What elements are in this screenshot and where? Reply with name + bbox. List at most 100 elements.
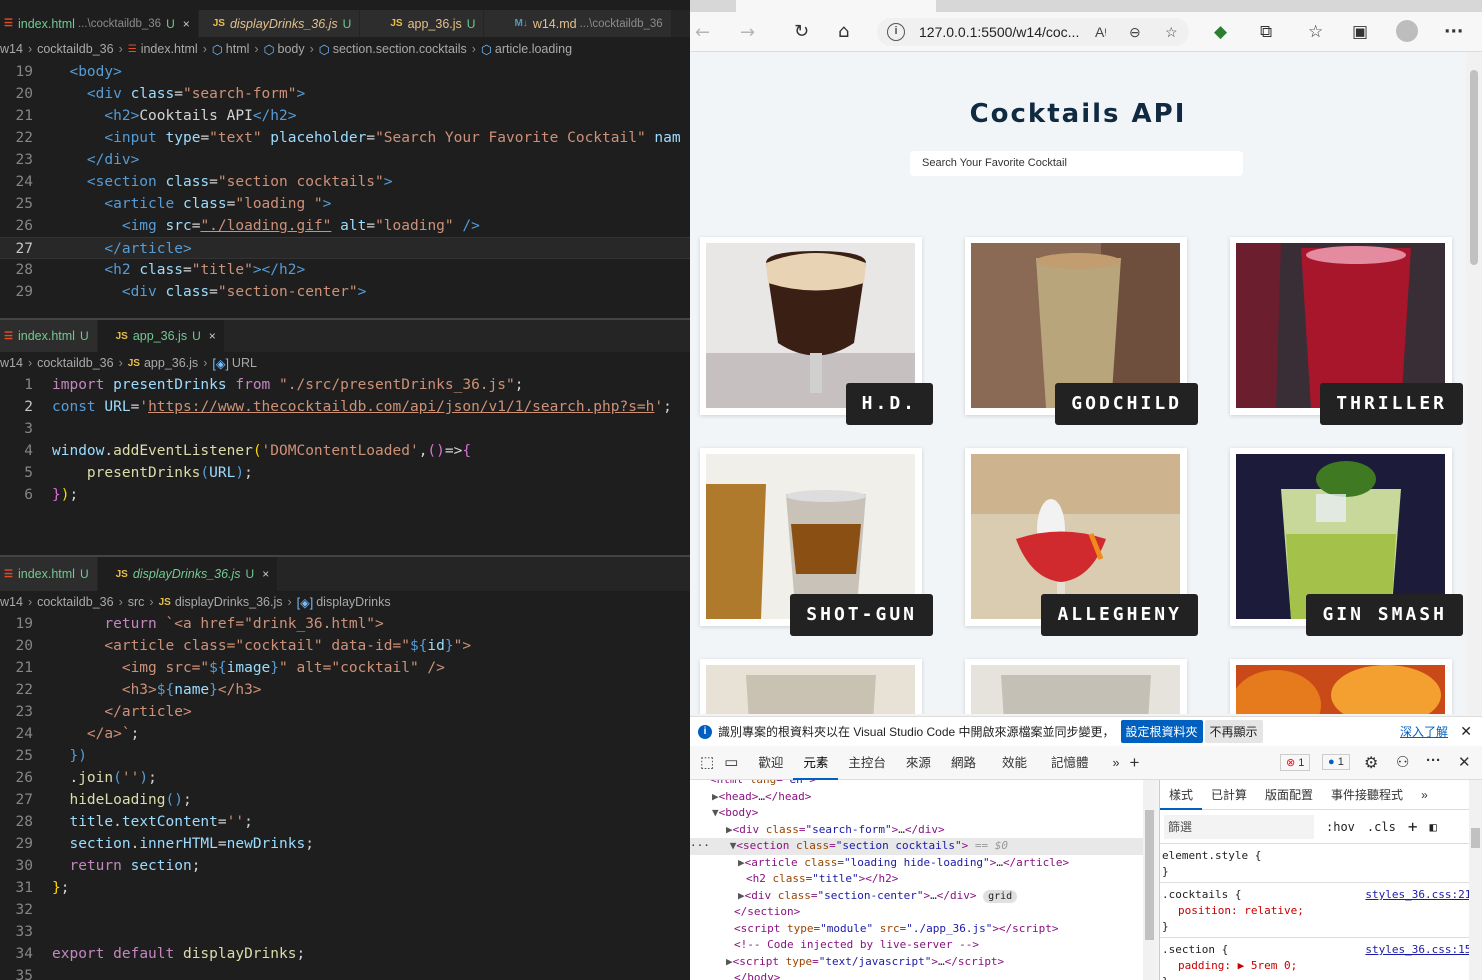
favorites-icon[interactable]: ☆: [1308, 22, 1323, 42]
cocktail-card[interactable]: GIN SMASH: [1230, 448, 1463, 636]
tab-network[interactable]: 網路: [941, 746, 986, 780]
close-icon[interactable]: ×: [209, 329, 216, 343]
learn-more-link[interactable]: 深入了解: [1400, 723, 1448, 740]
breadcrumb-item[interactable]: w14: [0, 356, 23, 370]
tab-app-js[interactable]: JS app_36.js U: [360, 10, 485, 37]
info-icon[interactable]: i: [887, 23, 905, 41]
code-editor[interactable]: 19 return `<a href="drink_36.html"> 20 <…: [0, 613, 690, 980]
more-icon[interactable]: ···: [1426, 752, 1441, 769]
cocktail-card[interactable]: [965, 659, 1187, 714]
cocktail-card[interactable]: [1230, 659, 1452, 714]
collections-icon[interactable]: ▣: [1352, 22, 1368, 42]
search-input[interactable]: Search Your Favorite Cocktail: [910, 151, 1243, 176]
tab-event-listeners[interactable]: 事件接聽程式: [1322, 780, 1412, 810]
more-tabs-icon[interactable]: »: [1412, 780, 1437, 810]
breadcrumb-item[interactable]: section.section.cocktails: [333, 42, 467, 56]
address-bar[interactable]: i 127.0.0.1:5500/w14/coc... Aᵎ ⊖ ☆: [877, 18, 1189, 46]
cocktail-card[interactable]: GODCHILD: [965, 237, 1198, 425]
more-tabs-icon[interactable]: »: [1098, 746, 1129, 780]
breadcrumb-item[interactable]: w14: [0, 595, 23, 609]
breadcrumb-item[interactable]: html: [226, 42, 250, 56]
cocktail-card[interactable]: [700, 659, 922, 714]
tab-layout[interactable]: 版面配置: [1256, 780, 1322, 810]
cls-toggle[interactable]: .cls: [1367, 820, 1396, 834]
style-rule[interactable]: .section { styles_36.css:154 padding: ▶ …: [1160, 938, 1482, 980]
tab-computed[interactable]: 已計算: [1202, 780, 1256, 810]
tab-sources[interactable]: 來源: [896, 746, 941, 780]
elements-scrollbar[interactable]: [1143, 780, 1156, 980]
forward-icon[interactable]: →: [740, 22, 755, 43]
tab-welcome[interactable]: 歡迎: [748, 746, 793, 780]
grid-badge[interactable]: grid: [983, 889, 1018, 903]
breadcrumb-item[interactable]: displayDrinks_36.js: [175, 595, 283, 609]
tab-index-html[interactable]: ☰ index.html U: [0, 320, 98, 352]
cocktail-card[interactable]: H.D.: [700, 237, 933, 425]
feedback-icon[interactable]: ⚇: [1396, 753, 1409, 771]
breadcrumb-item[interactable]: displayDrinks: [316, 595, 390, 609]
tab-w14-md[interactable]: M↓ w14.md ...\cocktaildb_36: [484, 10, 672, 37]
rule-source-link[interactable]: styles_36.css:219: [1365, 887, 1478, 903]
close-icon[interactable]: ×: [262, 567, 269, 581]
cocktail-card[interactable]: ALLEGHENY: [965, 448, 1198, 636]
page-scrollbar[interactable]: [1466, 52, 1482, 714]
close-icon[interactable]: ×: [183, 17, 190, 31]
add-tab-icon[interactable]: +: [1129, 746, 1149, 780]
code-editor[interactable]: 1 import presentDrinks from "./src/presen…: [0, 374, 690, 506]
message-badge[interactable]: ● 1: [1322, 754, 1350, 770]
selected-node[interactable]: ··· ▼<section class="section cocktails">…: [690, 838, 1143, 855]
breadcrumb-item[interactable]: cocktaildb_36: [37, 595, 113, 609]
zoom-icon[interactable]: ⊖: [1129, 24, 1141, 41]
elements-tree[interactable]: <html lang="en"> ▶<head>…</head> ▼<body>…: [690, 780, 1143, 980]
refresh-icon[interactable]: ↻: [794, 21, 809, 42]
inspect-icon[interactable]: ⬚: [690, 746, 724, 780]
error-badge[interactable]: ⊗ 1: [1280, 754, 1311, 771]
breadcrumb-item[interactable]: cocktaildb_36: [37, 42, 113, 56]
rule-property[interactable]: padding: ▶ 5rem 0;: [1162, 958, 1482, 974]
set-root-folder-button[interactable]: 設定根資料夾: [1120, 720, 1203, 743]
hov-toggle[interactable]: :hov: [1326, 820, 1355, 834]
scrollbar-thumb[interactable]: [1470, 70, 1478, 265]
rule-source-link[interactable]: styles_36.css:154: [1365, 942, 1478, 958]
extension-icon[interactable]: ◆: [1214, 22, 1227, 42]
close-icon[interactable]: ✕: [1460, 723, 1472, 740]
rule-property[interactable]: position: relative;: [1162, 903, 1482, 919]
breadcrumb-item[interactable]: URL: [232, 356, 257, 370]
device-emulation-icon[interactable]: ▭: [724, 746, 748, 780]
cocktail-card[interactable]: THRILLER: [1230, 237, 1463, 425]
style-rule[interactable]: .cocktails { styles_36.css:219 position:…: [1160, 883, 1482, 938]
filter-input[interactable]: 篩選: [1164, 814, 1314, 839]
tab-app-js[interactable]: JS app_36.js U ×: [97, 320, 225, 352]
back-icon[interactable]: ←: [695, 22, 710, 43]
tab-displaydrinks[interactable]: JS displayDrinks_36.js U ×: [97, 557, 279, 591]
cocktail-card[interactable]: SHOT-GUN: [700, 448, 933, 636]
extensions-icon[interactable]: ⧉: [1260, 22, 1272, 42]
tab-performance[interactable]: 效能: [986, 746, 1037, 780]
tab-index-html[interactable]: ☰ index.html U: [0, 557, 98, 591]
settings-icon[interactable]: ⚙: [1364, 753, 1378, 773]
breadcrumb-item[interactable]: article.loading: [495, 42, 572, 56]
close-devtools-icon[interactable]: ✕: [1458, 753, 1471, 771]
dont-show-again-button[interactable]: 不再顯示: [1204, 720, 1263, 743]
breadcrumb-item[interactable]: src: [128, 595, 145, 609]
code-editor[interactable]: 19 <body> 20 <div class="search-form"> 2…: [0, 61, 690, 303]
toggle-sidebar-icon[interactable]: ◧: [1429, 820, 1436, 834]
styles-scrollbar[interactable]: [1469, 780, 1482, 980]
read-aloud-icon[interactable]: Aᵎ: [1095, 24, 1107, 40]
breadcrumb-item[interactable]: w14: [0, 42, 23, 56]
tab-memory[interactable]: 記憶體: [1037, 746, 1099, 780]
more-icon[interactable]: ···: [1444, 22, 1463, 42]
style-rule[interactable]: element.style { }: [1160, 844, 1482, 883]
new-rule-icon[interactable]: +: [1408, 817, 1418, 836]
breadcrumb-item[interactable]: app_36.js: [144, 356, 198, 370]
home-icon[interactable]: ⌂: [838, 21, 849, 42]
breadcrumb-item[interactable]: body: [278, 42, 305, 56]
tab-console[interactable]: 主控台: [838, 746, 896, 780]
browser-tab[interactable]: [736, 0, 936, 12]
tab-styles[interactable]: 樣式: [1160, 780, 1203, 810]
tab-displaydrinks[interactable]: JS displayDrinks_36.js U: [198, 10, 361, 37]
favorite-add-icon[interactable]: ☆: [1165, 24, 1178, 41]
tab-elements[interactable]: 元素: [793, 746, 839, 780]
tab-index-html[interactable]: ☰ index.html ...\cocktaildb_36 U ×: [0, 10, 199, 37]
breadcrumb-item[interactable]: cocktaildb_36: [37, 356, 113, 370]
breadcrumb-item[interactable]: index.html: [141, 42, 198, 56]
